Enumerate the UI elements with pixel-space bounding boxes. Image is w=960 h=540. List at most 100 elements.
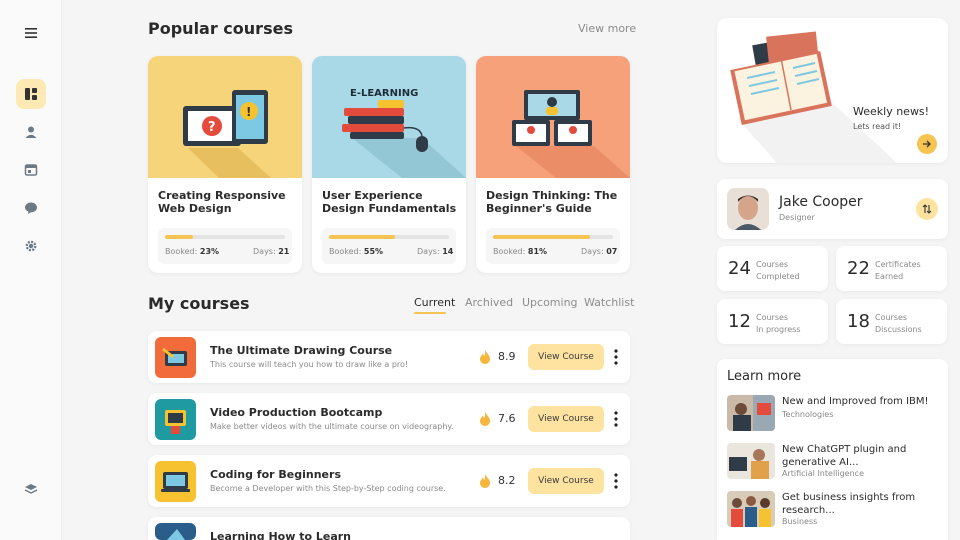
learn-more-card: Learn more New and Improved from IBM! Te… [717, 359, 948, 540]
days-label: Days: [581, 247, 604, 256]
active-tab-underline [414, 312, 446, 314]
sidebar [0, 0, 62, 540]
svg-text:!: ! [246, 105, 251, 119]
booked-progress-fill [165, 235, 193, 239]
article-thumbnail [727, 443, 775, 479]
layers-icon[interactable] [16, 474, 46, 504]
stat-label: Courses Discussions [875, 313, 922, 334]
booked-value: 55% [363, 247, 384, 256]
course-rating: 8.2 [498, 474, 516, 487]
swap-icon[interactable] [916, 198, 938, 220]
profile-card[interactable]: Jake Cooper Designer [717, 179, 948, 239]
stat-card: 12 Courses In progress [717, 299, 828, 344]
learn-more-item[interactable]: Get business insights from research... B… [727, 491, 942, 531]
course-title: Creating Responsive Web Design [158, 189, 286, 215]
main-content: Popular courses View more ? ! Creating R… [62, 0, 710, 540]
course-thumbnail: E-LEARNING [312, 56, 466, 178]
news-illustration [730, 31, 897, 163]
weekly-news-card[interactable]: Weekly news! Lets read it! [717, 18, 948, 163]
stat-label: Courses Completed [756, 260, 800, 281]
popular-course-card[interactable]: Design Thinking: The Beginner's Guide Bo… [476, 56, 630, 273]
popular-courses-title: Popular courses [148, 19, 293, 38]
days-value: 21 [278, 247, 290, 256]
svg-text:?: ? [208, 120, 216, 135]
course-stats: Booked: 81% Days: 07 [486, 228, 620, 264]
news-title: Weekly news! [853, 105, 930, 118]
view-more-link[interactable]: View more [578, 22, 636, 35]
course-thumbnail [476, 56, 630, 178]
course-description: Become a Developer with this Step-by-Ste… [210, 484, 446, 493]
chat-icon[interactable] [16, 193, 46, 223]
drawing-course-icon [155, 337, 196, 378]
learn-more-item[interactable]: New ChatGPT plugin and generative AI... … [727, 443, 942, 483]
stat-card: 24 Courses Completed [717, 246, 828, 291]
more-options-icon[interactable] [614, 411, 618, 427]
article-thumbnail [727, 491, 775, 527]
more-options-icon[interactable] [614, 473, 618, 489]
view-course-button[interactable]: View Course [528, 344, 604, 370]
course-title: Learning How to Learn [210, 530, 352, 540]
gear-icon[interactable] [16, 231, 46, 261]
course-description: Make better videos with the ultimate cou… [210, 422, 454, 431]
profile-name: Jake Cooper [779, 194, 863, 210]
right-panel: Weekly news! Lets read it! Jake Cooper D… [710, 0, 960, 540]
stat-value: 22 [847, 258, 870, 279]
arrow-right-icon[interactable] [917, 134, 937, 154]
news-subtitle: Lets read it! [853, 122, 902, 131]
user-icon[interactable] [16, 117, 46, 147]
course-stats: Booked: 23% Days: 21 [158, 228, 292, 264]
tab-archived[interactable]: Archived [465, 296, 513, 309]
avatar [727, 188, 769, 230]
course-title: Design Thinking: The Beginner's Guide [486, 189, 618, 215]
article-tag: Technologies [782, 410, 834, 419]
popular-course-card[interactable]: ? ! Creating Responsive Web Design Booke… [148, 56, 302, 273]
booked-label: Booked: [329, 247, 362, 256]
article-title: New ChatGPT plugin and generative AI... [782, 444, 907, 468]
elearning-label: E-LEARNING [350, 88, 418, 99]
tab-upcoming[interactable]: Upcoming [522, 296, 578, 309]
stat-card: 18 Courses Discussions [836, 299, 947, 344]
course-row[interactable]: Coding for Beginners Become a Developer … [148, 455, 630, 507]
booked-label: Booked: [165, 247, 198, 256]
tab-current[interactable]: Current [414, 296, 455, 314]
course-description: This course will teach you how to draw l… [210, 360, 409, 369]
days-value: 07 [606, 247, 618, 256]
learn-more-item[interactable]: New and Improved from IBM! Technologies [727, 395, 942, 435]
popular-course-card[interactable]: E-LEARNING User Experience Design Fundam… [312, 56, 466, 273]
course-stats: Booked: 55% Days: 14 [322, 228, 456, 264]
stat-value: 18 [847, 311, 870, 332]
booked-progress-bar [165, 235, 285, 239]
booked-value: 81% [527, 247, 548, 256]
course-row[interactable]: The Ultimate Drawing Course This course … [148, 331, 630, 383]
stat-value: 24 [728, 258, 751, 279]
video-course-icon [155, 399, 196, 440]
booked-progress-fill [493, 235, 591, 239]
calendar-icon[interactable] [16, 155, 46, 185]
course-row[interactable]: Learning How to Learn [148, 517, 630, 540]
learn-more-title: Learn more [727, 369, 802, 384]
article-title: Get business insights from research... [782, 492, 916, 516]
menu-icon[interactable] [16, 18, 46, 48]
booked-progress-bar [493, 235, 613, 239]
course-title: Video Production Bootcamp [210, 406, 383, 419]
article-thumbnail [727, 395, 775, 431]
more-options-icon[interactable] [614, 349, 618, 365]
course-title: The Ultimate Drawing Course [210, 344, 393, 357]
flame-icon [480, 412, 490, 426]
view-course-button[interactable]: View Course [528, 406, 604, 432]
course-rating: 8.9 [498, 350, 516, 363]
course-rating: 7.6 [498, 412, 516, 425]
flame-icon [480, 474, 490, 488]
profile-role: Designer [779, 213, 815, 222]
tab-watchlist[interactable]: Watchlist [584, 296, 634, 309]
booked-label: Booked: [493, 247, 526, 256]
course-row[interactable]: Video Production Bootcamp Make better vi… [148, 393, 630, 445]
booked-progress-bar [329, 235, 449, 239]
days-value: 14 [442, 247, 454, 256]
my-courses-title: My courses [148, 294, 250, 313]
view-course-button[interactable]: View Course [528, 468, 604, 494]
article-title: New and Improved from IBM! [782, 396, 929, 407]
coding-course-icon [155, 461, 196, 502]
dashboard-icon[interactable] [16, 79, 46, 109]
booked-progress-fill [329, 235, 395, 239]
